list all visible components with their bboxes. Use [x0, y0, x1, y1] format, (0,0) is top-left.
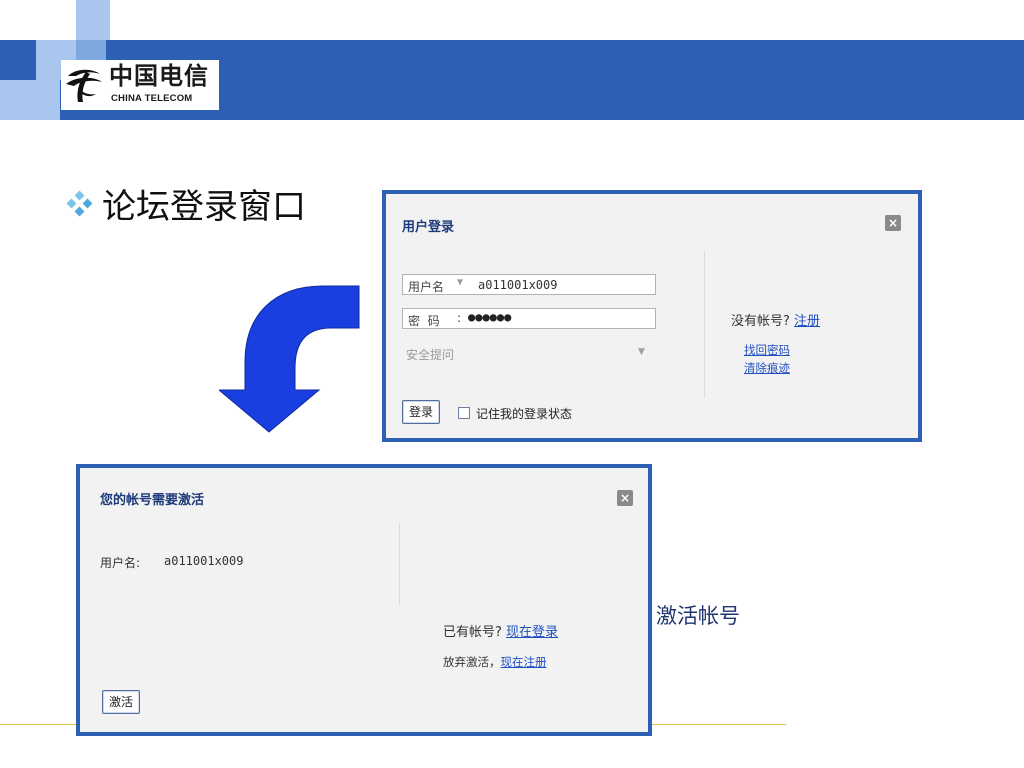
- username-label: 用户名: [408, 280, 445, 294]
- password-field[interactable]: 密 码 : ●●●●●●: [402, 308, 656, 329]
- china-telecom-logo-icon: [66, 69, 102, 102]
- login-button[interactable]: 登录: [402, 400, 440, 424]
- close-icon[interactable]: ×: [617, 490, 633, 506]
- column-divider: [704, 252, 705, 398]
- login-dialog: 用户登录 × 用户名 ▼ a011001x009 密 码 : ●●●●●● 安全…: [382, 190, 922, 442]
- register-link[interactable]: 注册: [794, 314, 820, 329]
- password-colon: :: [457, 311, 462, 325]
- chevron-down-icon[interactable]: ▼: [638, 347, 645, 357]
- username-value: a011001x009: [164, 554, 244, 568]
- username-value: a011001x009: [478, 278, 558, 292]
- close-icon[interactable]: ×: [885, 215, 901, 231]
- remember-me-label: 记住我的登录状态: [476, 407, 573, 421]
- brand-name-english: CHINA TELECOM: [111, 93, 193, 104]
- activate-account-dialog: 您的帐号需要激活 × 用户名: a011001x009 已有帐号? 现在登录 放…: [76, 464, 652, 736]
- china-telecom-logo: 中国电信 CHINA TELECOM: [61, 60, 219, 110]
- clear-traces-link[interactable]: 清除痕迹: [744, 360, 790, 376]
- security-question-select[interactable]: 安全提问: [406, 346, 454, 363]
- forgot-password-link[interactable]: 找回密码: [744, 342, 790, 358]
- no-account-text: 没有帐号? 注册: [731, 310, 820, 329]
- username-label: 用户名:: [100, 556, 141, 570]
- chevron-down-icon[interactable]: ▼: [457, 277, 463, 288]
- have-account-label: 已有帐号?: [443, 625, 502, 640]
- brand-name-chinese: 中国电信: [109, 61, 209, 90]
- have-account-text: 已有帐号? 现在登录: [443, 621, 558, 640]
- login-now-link[interactable]: 现在登录: [506, 625, 558, 640]
- diamond-bullet-icon: [66, 190, 93, 217]
- abandon-activation-label: 放弃激活，: [443, 655, 501, 669]
- activate-account-caption: 激活帐号: [656, 604, 740, 628]
- slide-title: 论坛登录窗口: [102, 187, 306, 227]
- username-field[interactable]: 用户名 ▼ a011001x009: [402, 274, 656, 295]
- curved-down-arrow-icon: [219, 285, 360, 433]
- login-dialog-title: 用户登录: [402, 220, 455, 235]
- no-account-label: 没有帐号?: [731, 314, 790, 329]
- activate-button[interactable]: 激活: [102, 690, 140, 714]
- header-accent-square: [0, 80, 60, 120]
- password-label: 密 码: [408, 314, 440, 328]
- abandon-activation-text: 放弃激活，现在注册: [443, 654, 547, 670]
- activate-dialog-title: 您的帐号需要激活: [100, 493, 205, 508]
- header-accent-square: [76, 40, 106, 60]
- column-divider: [399, 524, 400, 604]
- header-accent-square: [76, 0, 110, 40]
- register-now-link[interactable]: 现在注册: [501, 655, 547, 669]
- password-value: ●●●●●●: [468, 310, 512, 324]
- remember-me-checkbox[interactable]: [458, 407, 470, 419]
